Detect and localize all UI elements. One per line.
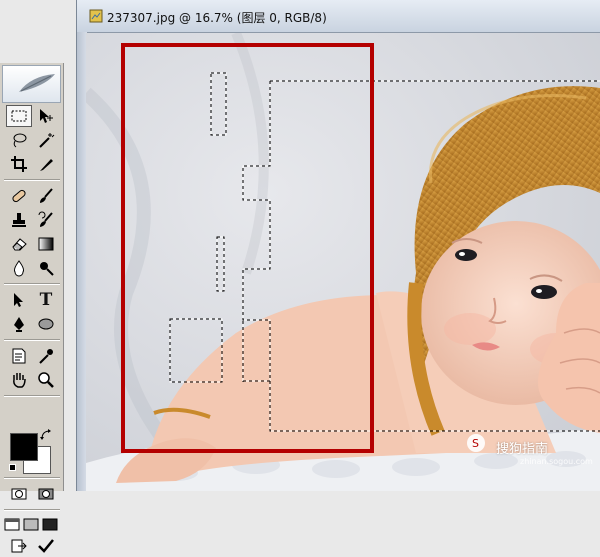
photoshop-document-icon (89, 9, 103, 23)
svg-text:S: S (472, 437, 479, 450)
move-tool-icon[interactable] (33, 105, 59, 127)
watermark-text: 搜狗指南 (496, 442, 549, 457)
dodge-tool-icon[interactable] (33, 257, 59, 279)
blur-tool-icon[interactable] (6, 257, 32, 279)
quick-mask-mode-icon[interactable] (33, 483, 59, 505)
full-screen-menu-mode-icon[interactable] (21, 513, 41, 535)
type-tool-icon[interactable]: T (33, 289, 59, 311)
gradient-tool-icon[interactable] (33, 233, 59, 255)
path-selection-tool-icon[interactable] (6, 289, 32, 311)
default-colors-icon[interactable] (9, 464, 16, 471)
swap-colors-icon[interactable] (40, 429, 52, 441)
clone-stamp-tool-icon[interactable] (6, 209, 32, 231)
left-eye (455, 249, 477, 261)
foreground-color-swatch[interactable] (10, 433, 38, 461)
jump-to-imageready-icon[interactable] (6, 535, 32, 557)
zoom-tool-icon[interactable] (33, 369, 59, 391)
standard-screen-mode-icon[interactable] (2, 513, 22, 535)
tools-palette: T (0, 63, 64, 553)
hand-tool-icon[interactable] (6, 369, 32, 391)
notes-tool-icon[interactable] (6, 345, 32, 367)
brush-tool-icon[interactable] (33, 185, 59, 207)
lasso-tool-icon[interactable] (6, 129, 32, 151)
eyedropper-tool-icon[interactable] (33, 345, 59, 367)
history-brush-tool-icon[interactable] (33, 209, 59, 231)
document-titlebar[interactable]: 237307.jpg @ 16.7% (图层 0, RGB/8) (77, 0, 600, 33)
full-screen-mode-icon[interactable] (40, 513, 60, 535)
crop-tool-icon[interactable] (6, 153, 32, 175)
rectangular-marquee-tool-icon[interactable] (6, 105, 32, 127)
pen-tool-icon[interactable] (6, 313, 32, 335)
image-canvas[interactable]: S (86, 33, 600, 491)
document-title: 237307.jpg @ 16.7% (图层 0, RGB/8) (107, 11, 327, 25)
feather-logo-icon (19, 74, 55, 92)
slice-tool-icon[interactable] (33, 153, 59, 175)
magic-wand-tool-icon[interactable] (33, 129, 59, 151)
ellipse-shape-tool-icon[interactable] (33, 313, 59, 335)
right-eye (531, 285, 557, 299)
checkmark-icon[interactable] (33, 535, 59, 557)
watermark-url: zhinan.sogou.com (520, 457, 593, 466)
eraser-tool-icon[interactable] (6, 233, 32, 255)
healing-brush-tool-icon[interactable] (6, 185, 32, 207)
standard-mode-icon[interactable] (6, 483, 32, 505)
sogou-watermark-icon: S (467, 434, 485, 452)
palette-header[interactable] (2, 65, 61, 103)
